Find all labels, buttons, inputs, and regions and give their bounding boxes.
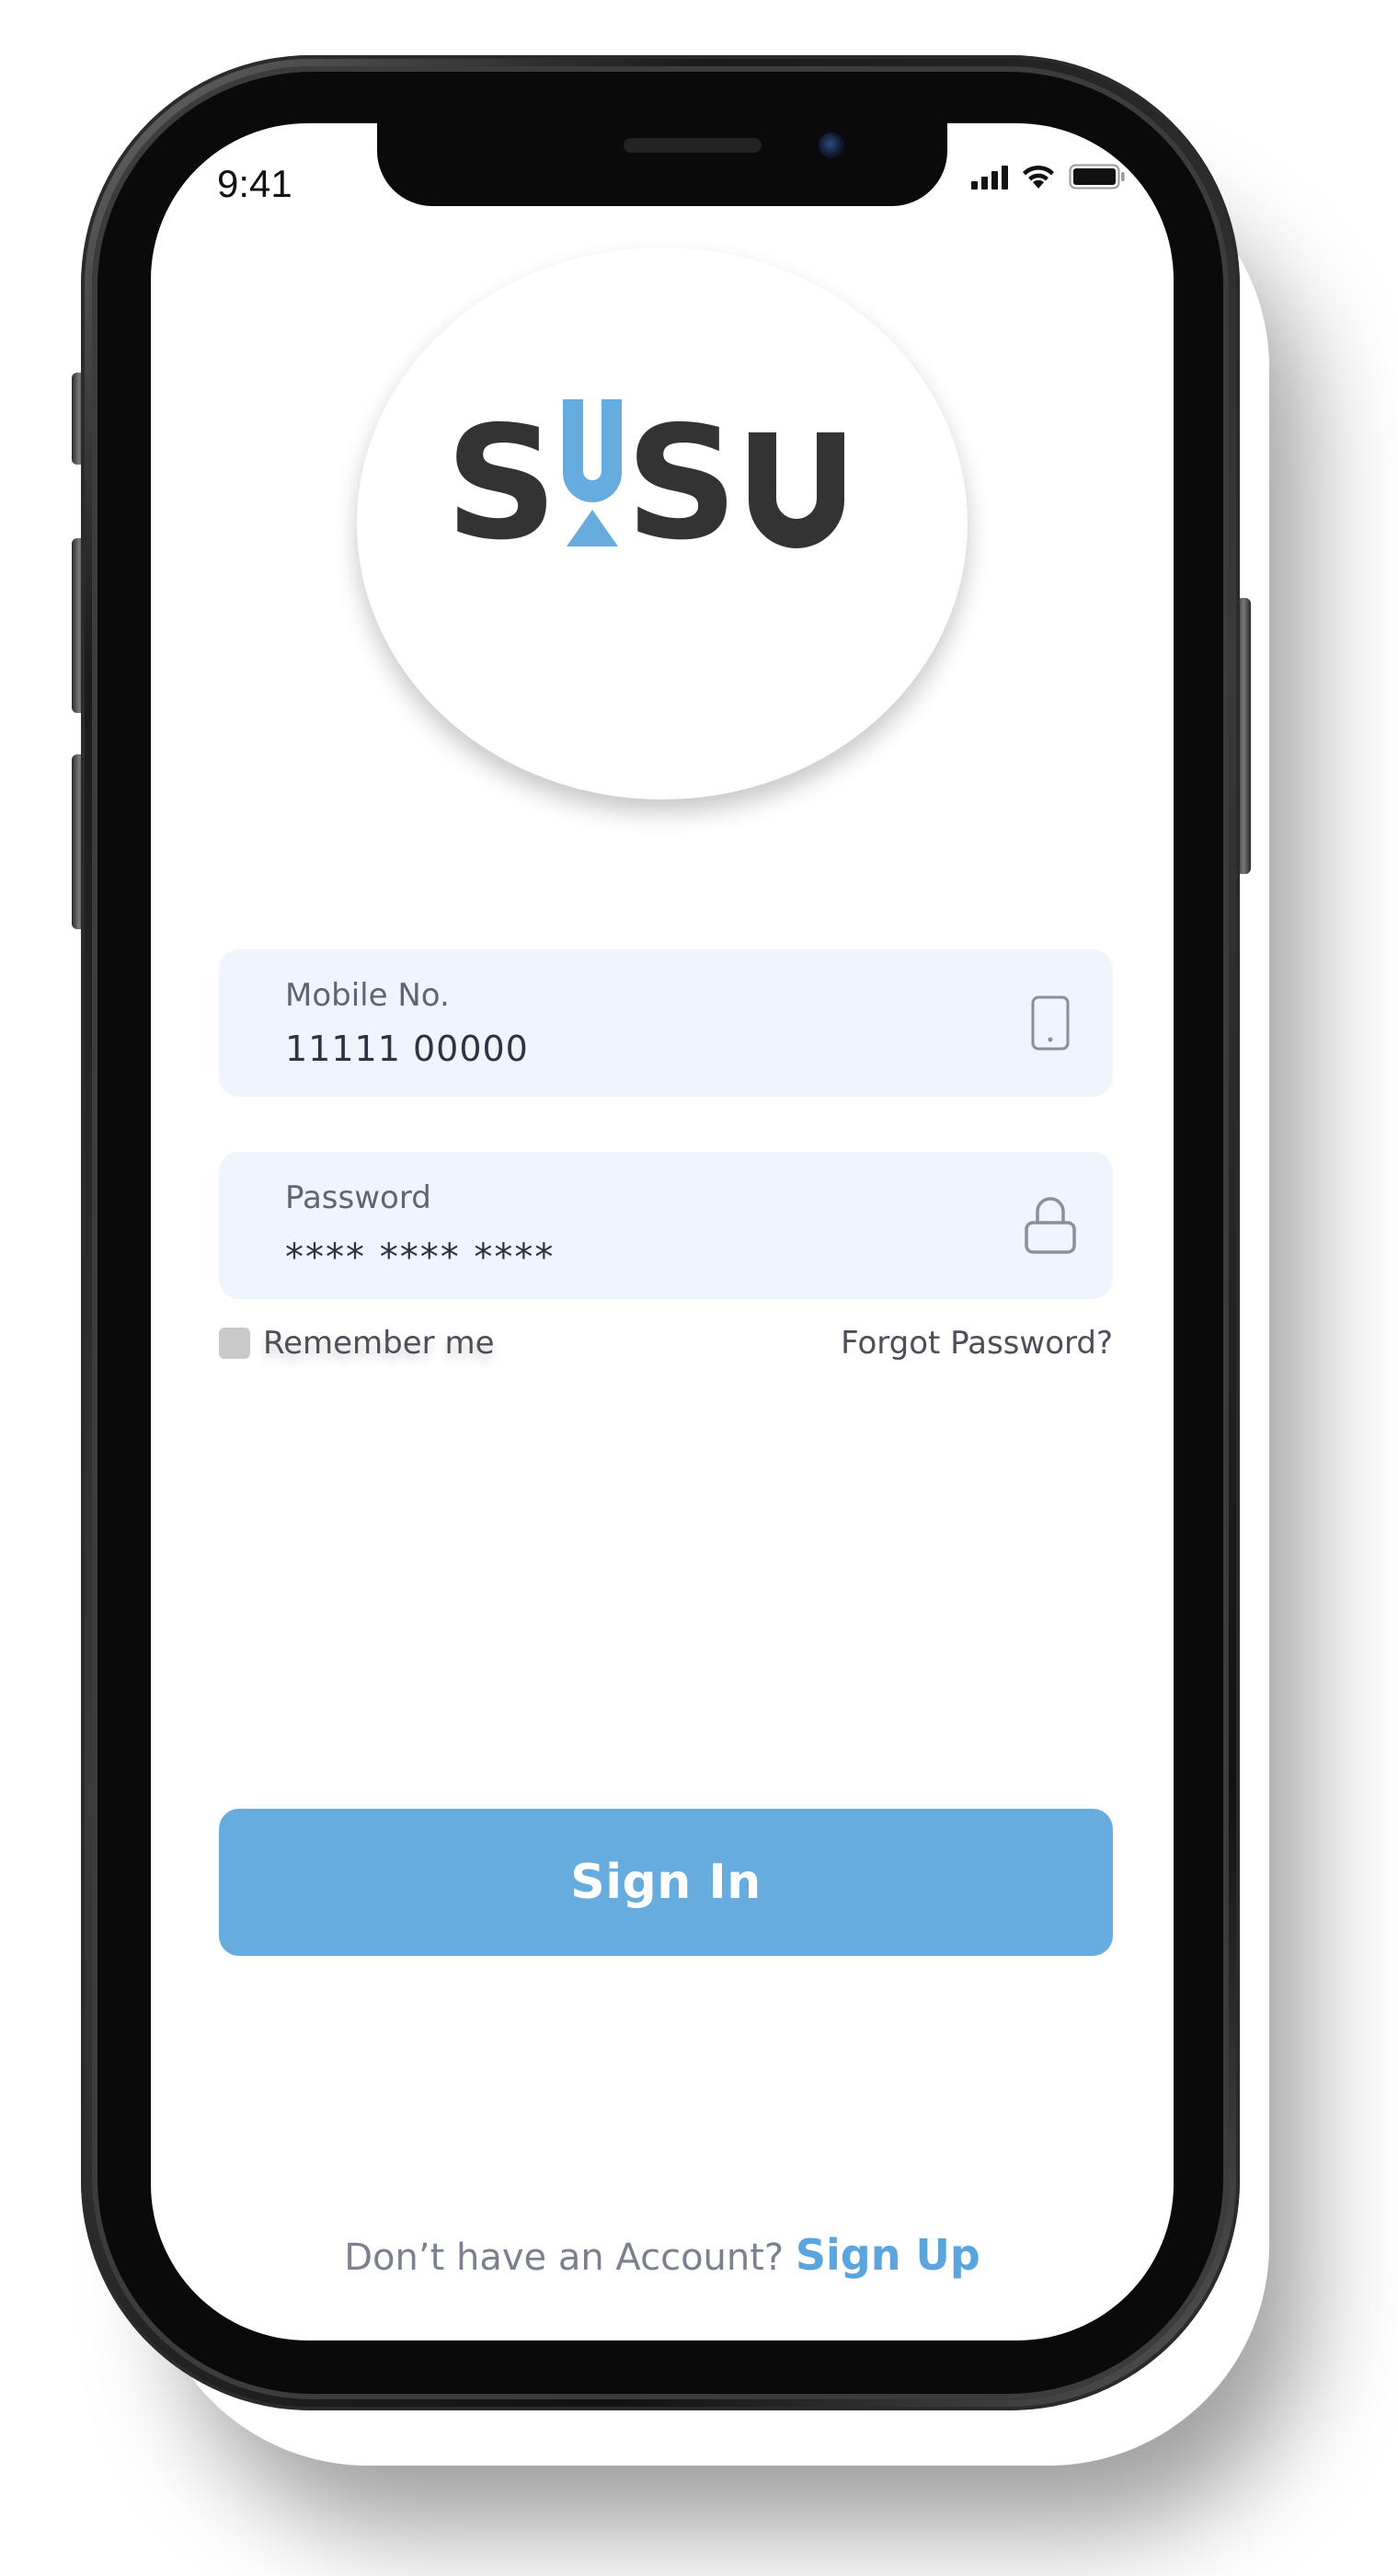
remember-me-option[interactable]: Remember me [219,1325,495,1362]
status-icons [971,164,1126,190]
sign-up-link[interactable]: Sign Up [796,2230,980,2280]
password-field[interactable]: Password **** **** **** [219,1152,1113,1299]
remember-me-label: Remember me [263,1325,495,1362]
remember-me-checkbox[interactable] [219,1328,250,1359]
forgot-password-link[interactable]: Forgot Password? [841,1325,1113,1362]
wifi-icon [1021,164,1056,190]
susu-logo: S S [445,372,887,575]
notch [377,123,947,206]
signup-prompt-text: Don’t have an Account? [344,2237,796,2279]
speaker-grille [624,138,762,153]
password-field-value[interactable]: **** **** **** [285,1236,555,1279]
password-field-label: Password [285,1179,431,1216]
front-camera-icon [819,132,844,158]
lock-icon [1021,1196,1080,1255]
mobile-number-field[interactable]: Mobile No. 11111 00000 [219,949,1113,1097]
mobile-field-label: Mobile No. [285,977,450,1014]
app-screen: 9:41 S S Mobile No. 11111 00000 Password… [151,123,1174,2340]
mobile-field-value[interactable]: 11111 00000 [285,1029,529,1069]
cellular-signal-icon [971,164,1008,190]
svg-text:S: S [625,393,738,574]
battery-icon [1069,164,1126,190]
phone-icon [1021,994,1080,1052]
status-time: 9:41 [217,162,292,205]
device-mockup: 9:41 S S Mobile No. 11111 00000 Password… [0,0,1398,2576]
signup-prompt-row: Don’t have an Account? Sign Up [151,2230,1174,2280]
svg-text:S: S [445,393,557,574]
sign-in-button[interactable]: Sign In [219,1809,1113,1956]
